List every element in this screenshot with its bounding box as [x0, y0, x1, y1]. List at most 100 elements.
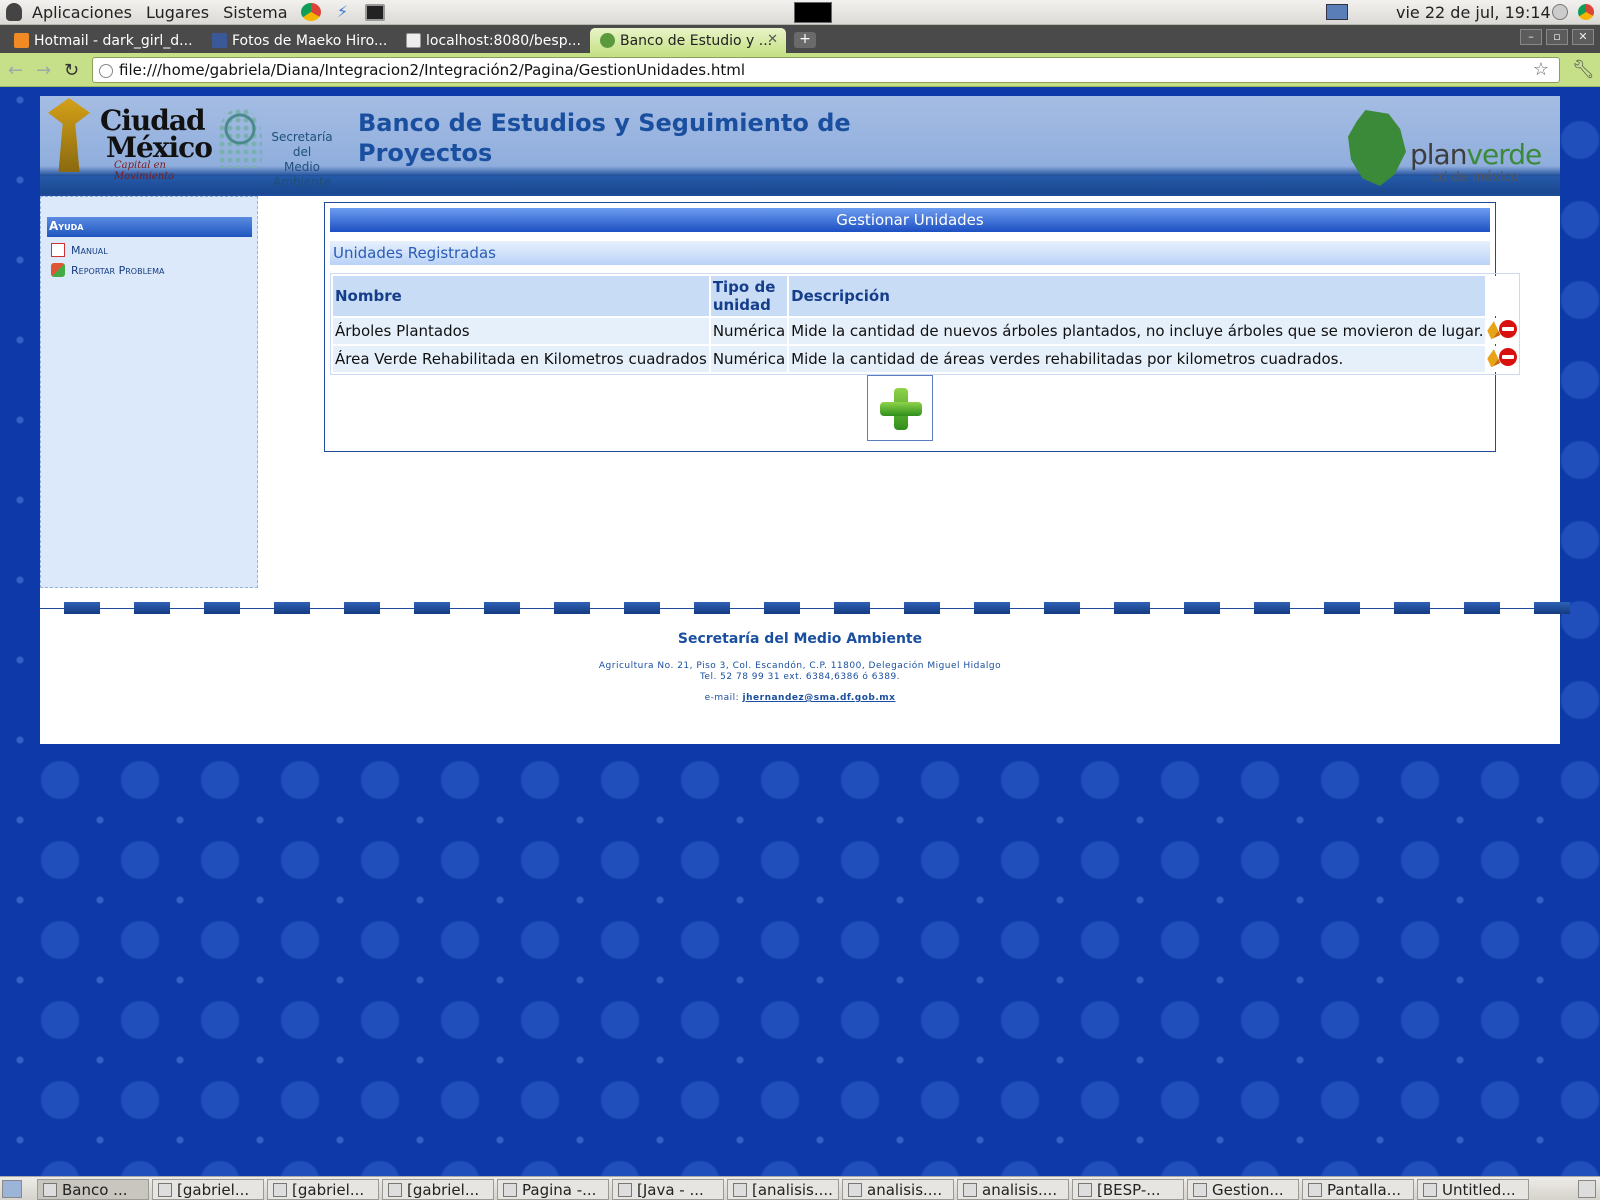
bookmark-star-icon[interactable]: ☆ [1533, 59, 1549, 80]
window-icon [1193, 1183, 1207, 1197]
url-text[interactable]: file:///home/gabriela/Diana/Integracion2… [119, 61, 745, 79]
chrome-launcher-icon[interactable] [300, 3, 321, 21]
delete-icon [1499, 320, 1518, 338]
tab-localhost[interactable]: localhost:8080/besp... [396, 28, 592, 53]
new-tab-button[interactable]: + [794, 32, 816, 48]
divider-block [1184, 602, 1220, 614]
bug-report-icon [51, 263, 65, 277]
taskbar-button[interactable]: [analisis.... [727, 1179, 839, 1200]
edit-button[interactable] [1484, 346, 1501, 372]
taskbar-button[interactable]: [gabriel... [152, 1179, 264, 1200]
globe-icon [600, 33, 615, 48]
window-icon [388, 1183, 402, 1197]
hotmail-icon [14, 33, 29, 48]
taskbar-button[interactable]: [BESP-... [1072, 1179, 1184, 1200]
footer-email-link[interactable]: jhernandez@sma.df.gob.mx [743, 693, 896, 703]
taskbar-button[interactable]: [gabriel... [382, 1179, 494, 1200]
angel-icon [48, 98, 90, 172]
df-map-icon [1348, 110, 1406, 186]
divider-block [694, 602, 730, 614]
cell-tipo: Numérica [710, 346, 788, 372]
tab-hotmail[interactable]: Hotmail - dark_girl_d... [4, 28, 204, 53]
page-info-icon[interactable] [99, 64, 113, 78]
sidebar-heading: Ayuda [47, 217, 252, 237]
close-tab-icon[interactable]: ✕ [767, 32, 778, 47]
tab-facebook[interactable]: Fotos de Maeko Hiro... [202, 28, 398, 53]
divider-block [134, 602, 170, 614]
delete-button[interactable] [1499, 318, 1518, 344]
workspace-switcher-icon[interactable] [1578, 1180, 1596, 1198]
taskbar-button[interactable]: Pagina -... [497, 1179, 609, 1200]
footer-phone: Tel. 52 78 99 31 ext. 6384,6386 ó 6389. [699, 672, 901, 682]
divider-block [1114, 602, 1150, 614]
table-row: Árboles Plantados Numérica Mide la canti… [333, 318, 1518, 344]
cell-nombre: Área Verde Rehabilitada en Kilometros cu… [333, 346, 709, 372]
sma-logo: Secretaría del Medio Ambiente [218, 104, 342, 189]
divider-block [1394, 602, 1430, 614]
divider-block [1044, 602, 1080, 614]
site-header: Ciudad México Capital en Movimiento Secr… [40, 96, 1560, 196]
column-header-tipo: Tipo de unidad [710, 276, 788, 316]
taskbar-button[interactable]: [Java - ... [612, 1179, 724, 1200]
divider-block [1464, 602, 1500, 614]
show-desktop-icon[interactable] [2, 1180, 22, 1198]
taskbar-button[interactable]: analisis.... [842, 1179, 954, 1200]
cell-descripcion: Mide la cantidad de áreas verdes rehabil… [789, 346, 1486, 372]
menu-sistema[interactable]: Sistema [216, 3, 294, 22]
network-icon[interactable] [1326, 4, 1348, 20]
window-icon [1423, 1183, 1437, 1197]
window-icon [1078, 1183, 1092, 1197]
facebook-icon [212, 33, 227, 48]
cell-tipo: Numérica [710, 318, 788, 344]
panel-clock[interactable]: vie 22 de jul, 19:14 [1396, 3, 1551, 22]
browser-toolbar: ← → ↻ file:///home/gabriela/Diana/Integr… [0, 53, 1600, 87]
volume-icon[interactable] [1552, 4, 1568, 20]
menu-aplicaciones[interactable]: Aplicaciones [25, 3, 139, 22]
taskbar-button[interactable]: Gestion... [1187, 1179, 1299, 1200]
window-icon [43, 1183, 57, 1197]
delete-icon [1499, 348, 1518, 366]
divider-block [764, 602, 800, 614]
back-arrow-icon[interactable]: ← [8, 60, 23, 81]
minimize-button[interactable]: – [1520, 29, 1542, 45]
sidebar-link-reportar-problema[interactable]: Reportar Problema [51, 263, 164, 277]
taskbar-button[interactable]: analisis.... [957, 1179, 1069, 1200]
pdf-icon [51, 243, 65, 257]
chrome-tray-icon[interactable] [1578, 4, 1594, 20]
panel-title: Gestionar Unidades [330, 208, 1490, 232]
close-window-button[interactable]: ✕ [1572, 29, 1594, 45]
footer-address: Agricultura No. 21, Piso 3, Col. Escandó… [598, 661, 1002, 671]
divider-block [1534, 602, 1570, 614]
divider-block [834, 602, 870, 614]
bolt-launcher-icon[interactable]: ⚡ [333, 3, 353, 21]
panel-subtitle: Unidades Registradas [330, 241, 1490, 265]
window-icon [1308, 1183, 1322, 1197]
tree-icon [218, 108, 262, 168]
taskbar-button[interactable]: Pantalla... [1302, 1179, 1414, 1200]
taskbar-button[interactable]: [gabriel... [267, 1179, 379, 1200]
delete-button[interactable] [1499, 346, 1518, 372]
forward-arrow-icon[interactable]: → [36, 60, 51, 81]
taskbar-button[interactable]: Untitled... [1417, 1179, 1529, 1200]
menu-lugares[interactable]: Lugares [139, 3, 216, 22]
plus-icon [878, 386, 924, 432]
divider-block [274, 602, 310, 614]
terminal-launcher-icon[interactable] [364, 3, 385, 21]
system-monitor-icon[interactable] [794, 2, 832, 23]
tab-banco-active[interactable]: Banco de Estudio y ... ✕ [590, 28, 786, 53]
taskbar-button[interactable]: Banco ... [37, 1179, 149, 1200]
sidebar-link-manual[interactable]: Manual [51, 243, 108, 257]
divider-block [64, 602, 100, 614]
column-header-descripcion: Descripción [789, 276, 1486, 316]
gnome-foot-icon[interactable] [6, 3, 22, 21]
divider-block [1254, 602, 1290, 614]
maximize-button[interactable]: ▫ [1546, 29, 1568, 45]
page-icon [406, 33, 421, 48]
edit-button[interactable] [1484, 318, 1501, 344]
pencil-icon [1484, 346, 1501, 368]
wrench-menu-icon[interactable]: 🔧︎ [1572, 59, 1595, 80]
gestionar-unidades-panel: Gestionar Unidades Unidades Registradas … [324, 202, 1521, 452]
reload-icon[interactable]: ↻ [64, 60, 79, 81]
add-unit-button[interactable] [867, 375, 933, 441]
address-bar[interactable]: file:///home/gabriela/Diana/Integracion2… [92, 57, 1560, 83]
